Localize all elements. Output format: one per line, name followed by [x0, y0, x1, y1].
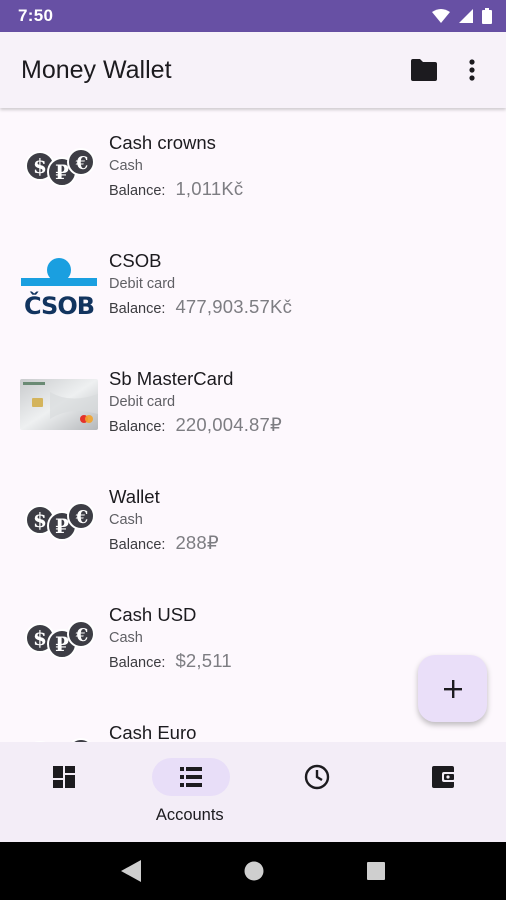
- balance-value: 1,011Kč: [175, 178, 244, 199]
- account-type: Cash: [109, 512, 143, 528]
- account-name: Cash crowns: [109, 132, 216, 153]
- svg-text:$: $: [33, 626, 47, 650]
- balance-row: Balance: 1,011Kč: [109, 178, 243, 200]
- system-nav-bar: [0, 842, 506, 900]
- folder-icon: [411, 59, 437, 81]
- balance-row: Balance: 477,903.57Kč: [109, 296, 292, 318]
- balance-value: $2,511: [175, 650, 232, 671]
- account-name: Cash Euro: [109, 722, 197, 742]
- balance-label: Balance:: [109, 537, 166, 553]
- account-name: CSOB: [109, 250, 162, 271]
- dashboard-icon: [53, 766, 75, 788]
- back-icon[interactable]: [121, 860, 142, 882]
- account-item[interactable]: Sb MasterCard Debit card Balance: 220,00…: [0, 344, 506, 462]
- more-options-button[interactable]: [452, 50, 492, 90]
- plus-icon: [443, 679, 462, 698]
- bank-card-icon: [20, 379, 98, 430]
- nav-label-accounts: Accounts: [155, 806, 224, 824]
- account-type: Cash: [109, 630, 143, 646]
- app-bar: Money Wallet: [0, 32, 506, 108]
- cash-coins-icon: $ ₽ €: [25, 148, 95, 187]
- svg-text:₽: ₽: [55, 514, 69, 538]
- account-type: Debit card: [109, 394, 176, 410]
- account-name: Wallet: [109, 486, 160, 507]
- recents-icon[interactable]: [366, 862, 385, 880]
- cash-coins-icon: $ ₽ €: [25, 620, 95, 659]
- balance-label: Balance:: [109, 655, 166, 671]
- add-account-button[interactable]: [418, 655, 487, 722]
- bottom-nav: Accounts: [0, 742, 506, 842]
- wifi-icon: [432, 9, 450, 23]
- list-icon: [179, 767, 202, 787]
- svg-text:$: $: [33, 508, 47, 532]
- balance-label: Balance:: [109, 419, 166, 435]
- status-bar: 7:50: [0, 0, 506, 32]
- account-item[interactable]: ČSOB CSOB Debit card Balance: 477,903.57…: [0, 226, 506, 344]
- nav-item-dashboard[interactable]: [0, 742, 127, 842]
- status-icons: [432, 8, 492, 24]
- cash-coins-icon: [34, 738, 91, 742]
- svg-text:€: €: [75, 625, 89, 646]
- balance-row: Balance: 220,004.87₽: [109, 414, 282, 436]
- wallet-icon: [431, 766, 456, 788]
- status-time: 7:50: [18, 6, 54, 25]
- account-type: Debit card: [109, 276, 176, 292]
- account-name: Cash USD: [109, 604, 197, 625]
- account-name: Sb MasterCard: [109, 368, 234, 389]
- nav-item-history[interactable]: [253, 742, 380, 842]
- balance-row: Balance: $2,511: [109, 650, 232, 672]
- nav-item-accounts[interactable]: Accounts: [127, 742, 254, 842]
- csob-logo-text: ČSOB: [24, 290, 94, 316]
- svg-text:₽: ₽: [55, 632, 69, 656]
- balance-row: Balance: 288₽: [109, 532, 219, 554]
- svg-text:€: €: [75, 507, 89, 528]
- svg-text:₽: ₽: [55, 160, 69, 184]
- battery-icon: [482, 8, 492, 24]
- nav-item-wallet[interactable]: [380, 742, 506, 842]
- svg-text:$: $: [33, 154, 47, 178]
- balance-label: Balance:: [109, 183, 166, 199]
- svg-text:€: €: [75, 153, 89, 174]
- balance-label: Balance:: [109, 301, 166, 317]
- account-list: $ ₽ € Cash crowns Cash Balance: 1,011Kč …: [0, 108, 506, 742]
- folder-button[interactable]: [404, 50, 444, 90]
- signal-icon: [459, 9, 473, 23]
- clock-icon: [304, 764, 330, 790]
- account-item[interactable]: $ ₽ € Wallet Cash Balance: 288₽: [0, 462, 506, 580]
- app-title: Money Wallet: [21, 55, 172, 84]
- home-icon[interactable]: [244, 861, 264, 881]
- more-vert-icon: [469, 59, 475, 81]
- balance-value: 220,004.87₽: [175, 414, 282, 435]
- cash-coins-icon: $ ₽ €: [25, 502, 95, 541]
- csob-logo: ČSOB: [21, 258, 97, 316]
- account-type: Cash: [109, 158, 143, 174]
- account-item[interactable]: $ ₽ € Cash crowns Cash Balance: 1,011Kč: [0, 108, 506, 226]
- balance-value: 288₽: [175, 532, 219, 553]
- balance-value: 477,903.57Kč: [175, 296, 293, 317]
